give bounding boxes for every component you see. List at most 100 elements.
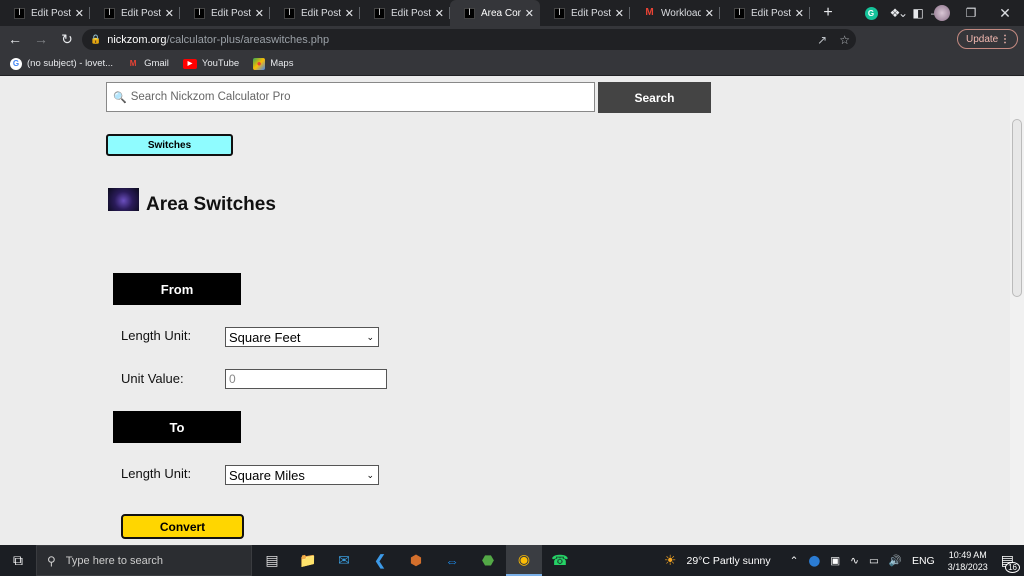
unit-value-label: Unit Value: bbox=[121, 371, 184, 386]
google-icon: G bbox=[10, 57, 22, 70]
close-tab-icon[interactable]: ✕ bbox=[435, 7, 444, 20]
update-button[interactable]: Update ⋮ bbox=[957, 29, 1018, 49]
tab-label: Area Conve bbox=[481, 7, 521, 19]
search-placeholder: Search Nickzom Calculator Pro bbox=[130, 91, 291, 103]
whatsapp-icon[interactable]: ☎ bbox=[542, 545, 578, 576]
browser-toolbar: ← → ↻ 🔒 nickzom.org /calculator-plus/are… bbox=[0, 26, 1024, 52]
lock-icon: 🔒 bbox=[90, 34, 102, 44]
to-unit-select[interactable]: Square Miles ⌄ bbox=[225, 465, 379, 485]
notification-count: 16 bbox=[1005, 562, 1020, 573]
share-icon[interactable]: ↗ bbox=[817, 33, 827, 47]
close-tab-icon[interactable]: ✕ bbox=[795, 7, 804, 20]
volume-icon[interactable]: 🔊 bbox=[889, 554, 902, 567]
search-button[interactable]: Search bbox=[598, 82, 711, 113]
site-favicon-icon: ꟾ bbox=[554, 7, 565, 19]
address-bar[interactable]: 🔒 nickzom.org /calculator-plus/areaswitc… bbox=[82, 29, 856, 50]
file-explorer-icon[interactable]: 📁 bbox=[290, 545, 326, 576]
bookmark-label: YouTube bbox=[201, 58, 240, 69]
unit-value-placeholder: 0 bbox=[229, 372, 236, 386]
unit-value-input[interactable]: 0 bbox=[225, 369, 387, 389]
weather-icon: ☀ bbox=[663, 552, 677, 568]
browser-tab[interactable]: M Workload ✕ bbox=[630, 0, 720, 26]
chevron-down-icon: ⌄ bbox=[366, 331, 374, 342]
close-tab-icon[interactable]: ✕ bbox=[615, 7, 624, 20]
convert-button[interactable]: Convert bbox=[121, 514, 244, 539]
gmail-icon: M bbox=[645, 6, 654, 18]
bookmark-star-icon[interactable]: ☆ bbox=[839, 33, 850, 47]
browser-tab[interactable]: ꟾ Edit Post " ✕ bbox=[90, 0, 180, 26]
youtube-icon: ▶ bbox=[182, 58, 197, 69]
extensions-puzzle-icon[interactable]: ❖ bbox=[886, 4, 904, 22]
from-unit-select[interactable]: Square Feet ⌄ bbox=[225, 327, 379, 347]
tab-label: Edit Post " bbox=[751, 7, 791, 19]
close-tab-icon[interactable]: ✕ bbox=[525, 7, 534, 20]
bookmark-gmail[interactable]: M Gmail bbox=[127, 58, 169, 70]
browser-tab[interactable]: ꟾ Area Conve ✕ bbox=[450, 0, 540, 26]
bookmark-youtube[interactable]: ▶ YouTube bbox=[182, 58, 240, 69]
mail-icon[interactable]: ✉ bbox=[326, 545, 362, 576]
bookmarks-bar: G (no subject) - lovet... M Gmail ▶ YouTube… bbox=[0, 52, 1024, 76]
site-favicon-icon: ꟾ bbox=[374, 7, 385, 19]
bookmark-maps[interactable]: ● Maps bbox=[253, 57, 293, 70]
battery-icon[interactable]: ▭ bbox=[869, 555, 879, 567]
tab-label: Edit Post " bbox=[211, 7, 251, 19]
close-tab-icon[interactable]: ✕ bbox=[255, 7, 264, 20]
browser-tab[interactable]: ꟾ Edit Post " ✕ bbox=[540, 0, 630, 26]
bookmark-no-subject[interactable]: G (no subject) - lovet... bbox=[10, 57, 113, 70]
clock-date: 3/18/2023 bbox=[947, 561, 988, 572]
tab-label: Edit Post " bbox=[301, 7, 341, 19]
taskbar-search-input[interactable]: ⚲ Type here to search bbox=[36, 545, 252, 576]
url-path: /calculator-plus/areaswitches.php bbox=[166, 33, 330, 46]
profile-avatar[interactable] bbox=[933, 4, 951, 22]
meet-now-icon[interactable]: ▣ bbox=[830, 555, 840, 567]
weather-text[interactable]: 29°C Partly sunny bbox=[686, 555, 770, 567]
grammarly-extension-icon[interactable]: G bbox=[862, 4, 880, 22]
scrollbar-thumb[interactable] bbox=[1012, 119, 1022, 297]
site-favicon-icon: ꟾ bbox=[284, 7, 295, 19]
to-unit-label: Length Unit: bbox=[121, 466, 192, 481]
clock[interactable]: 10:49 AM 3/18/2023 bbox=[948, 549, 988, 573]
new-tab-button[interactable]: + bbox=[818, 4, 838, 22]
notifications-icon[interactable]: ▤ 16 bbox=[1001, 552, 1020, 573]
browser-tab[interactable]: ꟾ Edit Post " ✕ bbox=[0, 0, 90, 26]
more-menu-icon: ⋮ bbox=[1000, 33, 1010, 45]
nodejs-icon[interactable]: ⬣ bbox=[470, 545, 506, 576]
browser-tab[interactable]: ꟾ Edit Post " ✕ bbox=[270, 0, 360, 26]
close-tab-icon[interactable]: ✕ bbox=[75, 7, 84, 20]
windows-start-button[interactable]: ⧉ bbox=[0, 545, 36, 576]
browser-tab[interactable]: ꟾ Edit Post " ✕ bbox=[720, 0, 810, 26]
forward-button[interactable]: → bbox=[30, 31, 52, 47]
restore-button[interactable]: ❐ bbox=[954, 0, 988, 26]
close-tab-icon[interactable]: ✕ bbox=[345, 7, 354, 20]
teamviewer-icon[interactable]: ⇔ bbox=[434, 545, 470, 576]
switches-button[interactable]: Switches bbox=[106, 134, 233, 156]
back-button[interactable]: ← bbox=[4, 31, 26, 47]
vscode-icon[interactable]: ❮ bbox=[362, 545, 398, 576]
close-tab-icon[interactable]: ✕ bbox=[165, 7, 174, 20]
to-unit-value: Square Miles bbox=[229, 467, 305, 483]
browser-tab[interactable]: ꟾ Edit Post " ✕ bbox=[360, 0, 450, 26]
maps-icon: ● bbox=[253, 57, 266, 70]
reload-button[interactable]: ↻ bbox=[56, 31, 78, 48]
show-hidden-icons-chevron[interactable]: ⌃ bbox=[790, 555, 799, 567]
task-view-icon[interactable]: ▤ bbox=[254, 545, 290, 576]
tab-label: Edit Post " bbox=[121, 7, 161, 19]
taskbar-search-placeholder: Type here to search bbox=[65, 554, 164, 567]
tab-label: Workload bbox=[661, 7, 701, 19]
chrome-icon[interactable]: ◉ bbox=[506, 545, 542, 576]
search-input[interactable]: 🔍 Search Nickzom Calculator Pro bbox=[106, 82, 595, 112]
wifi-icon[interactable]: ∿ bbox=[850, 555, 859, 567]
virtualbox-icon[interactable]: ⬢ bbox=[398, 545, 434, 576]
site-favicon-icon: ꟾ bbox=[14, 7, 25, 19]
page-scrollbar[interactable] bbox=[1010, 77, 1024, 545]
language-indicator[interactable]: ENG bbox=[912, 555, 935, 567]
tab-separator bbox=[809, 7, 810, 19]
browser-tab[interactable]: ꟾ Edit Post " ✕ bbox=[180, 0, 270, 26]
area-switches-logo bbox=[108, 188, 139, 211]
gmail-icon: M bbox=[129, 58, 137, 68]
close-tab-icon[interactable]: ✕ bbox=[705, 7, 714, 20]
bluetooth-icon[interactable]: ⬤ bbox=[808, 555, 820, 567]
close-window-button[interactable]: ✕ bbox=[988, 0, 1022, 26]
system-tray: ☀ 29°C Partly sunny ⌃ ⬤ ▣ ∿ ▭ 🔊 ENG 10:4… bbox=[659, 545, 1024, 576]
side-panel-icon[interactable]: ◧ bbox=[909, 4, 927, 22]
